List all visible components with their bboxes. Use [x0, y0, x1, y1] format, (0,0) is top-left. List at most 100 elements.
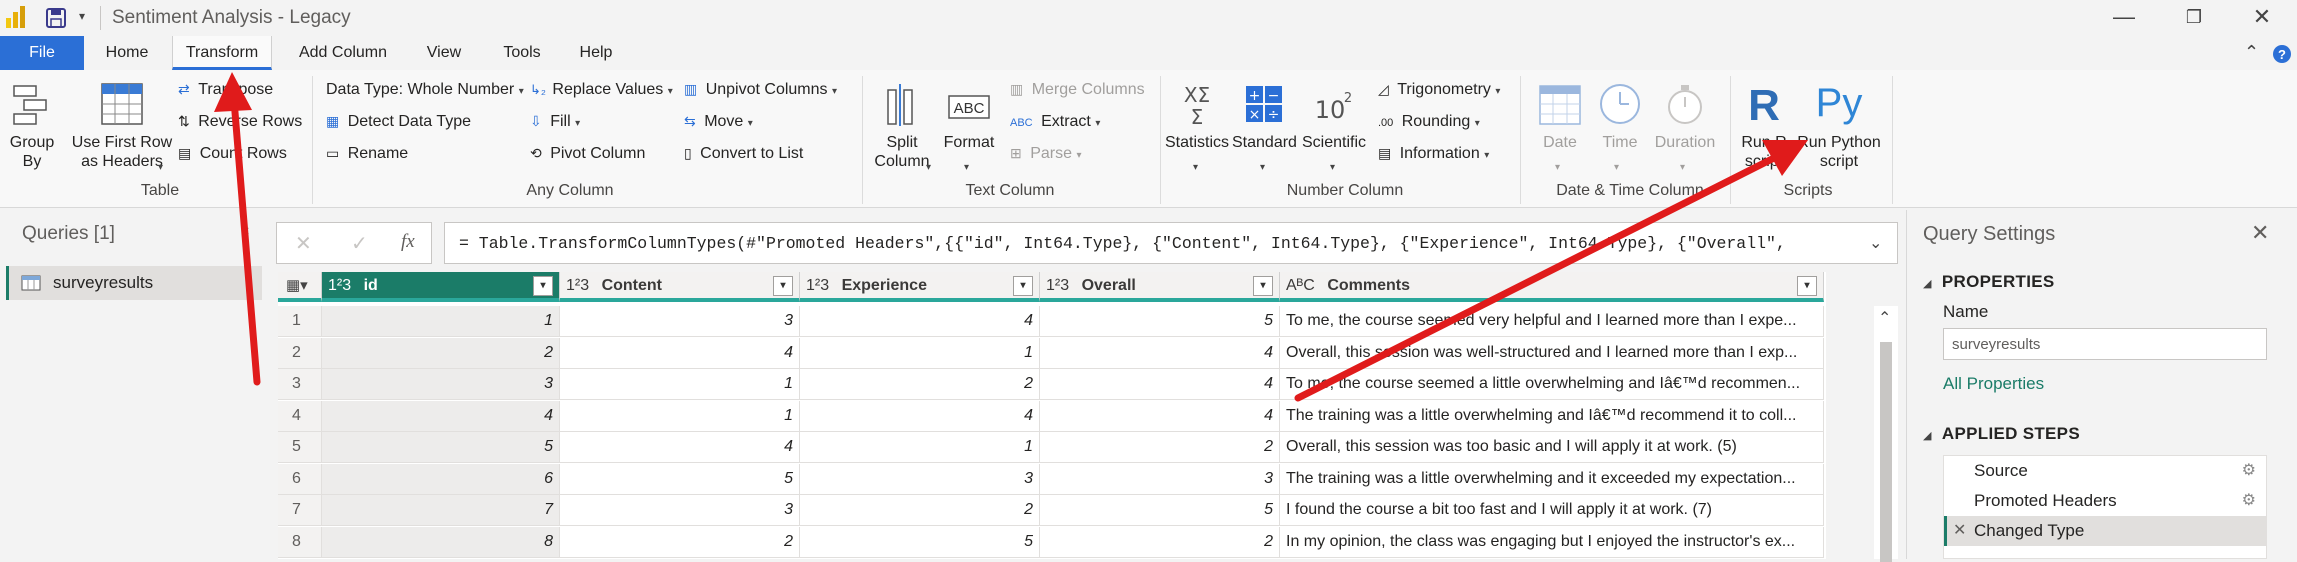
cell-experience[interactable]: 4 [800, 400, 1040, 432]
cell-id[interactable]: 5 [322, 432, 560, 463]
column-filter-button[interactable]: ▾ [1013, 276, 1033, 296]
row-number[interactable]: 2 [278, 337, 322, 369]
cell-overall[interactable]: 4 [1040, 369, 1280, 400]
rename-button[interactable]: ▭ Rename [326, 145, 408, 163]
transpose-button[interactable]: ⇄ Transpose [178, 81, 273, 99]
cell-comments[interactable]: I found the course a bit too fast and I … [1280, 495, 1824, 526]
statistics-button[interactable]: XΣ Σ Statistics [1164, 80, 1230, 152]
rounding-button[interactable]: .00 Rounding ▾ [1378, 113, 1480, 131]
cell-overall[interactable]: 5 [1040, 306, 1280, 337]
cell-overall[interactable]: 5 [1040, 495, 1280, 526]
cancel-formula-icon[interactable]: ✕ [295, 231, 312, 256]
close-button[interactable]: ✕ [2230, 0, 2294, 36]
date-chevron-icon[interactable]: ▾ [1555, 162, 1560, 173]
column-filter-button[interactable]: ▾ [533, 276, 553, 296]
step-changed-type[interactable]: ✕ Changed Type [1944, 516, 2266, 546]
format-button[interactable]: ABC Format [938, 80, 1000, 152]
data-type-dropdown[interactable]: Data Type: Whole Number ▾ [326, 81, 524, 99]
all-properties-link[interactable]: All Properties [1943, 374, 2044, 394]
parse-button[interactable]: ⊞ Parse ▾ [1010, 145, 1081, 163]
tab-home[interactable]: Home [92, 36, 162, 70]
step-settings-gear-icon[interactable]: ⚙ [2242, 486, 2256, 516]
minimize-button[interactable]: — [2092, 0, 2156, 36]
formula-text[interactable]: = Table.TransformColumnTypes(#"Promoted … [459, 234, 1786, 253]
collapse-ribbon-icon[interactable]: ⌃ [2244, 42, 2259, 63]
format-chevron-icon[interactable]: ▾ [964, 162, 969, 173]
quick-access-dropdown-icon[interactable]: ▾ [79, 9, 85, 23]
tab-add-column[interactable]: Add Column [290, 36, 396, 70]
duration-button[interactable]: Duration [1650, 80, 1720, 152]
query-name-field[interactable]: surveyresults [1943, 328, 2267, 360]
tab-help[interactable]: Help [568, 36, 624, 70]
move-button[interactable]: ⇆ Move ▾ [684, 113, 753, 131]
cell-comments[interactable]: In my opinion, the class was engaging bu… [1280, 526, 1824, 558]
row-number[interactable]: 6 [278, 463, 322, 495]
cell-id[interactable]: 6 [322, 463, 560, 495]
formula-bar[interactable]: = Table.TransformColumnTypes(#"Promoted … [444, 222, 1898, 264]
scrollbar-thumb[interactable] [1880, 342, 1892, 562]
close-settings-icon[interactable]: ✕ [2251, 220, 2269, 246]
trigonometry-button[interactable]: ◿ Trigonometry ▾ [1378, 81, 1500, 99]
table-menu-button[interactable]: ▦▾ [278, 272, 322, 302]
row-number[interactable]: 5 [278, 432, 322, 463]
cell-experience[interactable]: 4 [800, 306, 1040, 337]
column-header-comments[interactable]: AᴮC Comments ▾ [1280, 272, 1824, 302]
split-column-chevron-icon[interactable]: ▾ [926, 162, 931, 173]
cell-content[interactable]: 4 [560, 337, 800, 369]
maximize-button[interactable]: ❐ [2162, 0, 2226, 36]
tab-transform[interactable]: Transform [172, 36, 272, 70]
column-filter-button[interactable]: ▾ [1253, 276, 1273, 296]
fill-button[interactable]: ⇩ Fill ▾ [530, 113, 580, 131]
cell-comments[interactable]: To me, the course seemed a little overwh… [1280, 369, 1824, 400]
tab-file[interactable]: File [0, 36, 84, 70]
information-button[interactable]: ▤ Information ▾ [1378, 145, 1489, 163]
pivot-column-button[interactable]: ⟲ Pivot Column [530, 145, 645, 163]
delete-step-icon[interactable]: ✕ [1953, 516, 1966, 546]
merge-columns-button[interactable]: ▥ Merge Columns [1010, 81, 1145, 99]
unpivot-columns-button[interactable]: ▥ Unpivot Columns ▾ [684, 81, 837, 99]
help-icon[interactable]: ? [2272, 44, 2292, 64]
cell-overall[interactable]: 4 [1040, 337, 1280, 369]
insert-function-icon[interactable]: fx [401, 231, 415, 253]
extract-button[interactable]: ABC Extract ▾ [1010, 113, 1100, 131]
row-number[interactable]: 7 [278, 495, 322, 526]
standard-button[interactable]: + − × ÷ Standard [1232, 80, 1297, 152]
row-number[interactable]: 4 [278, 400, 322, 432]
count-rows-button[interactable]: ▤ Count Rows [178, 145, 287, 163]
split-column-button[interactable]: Split Column [870, 80, 934, 171]
cell-overall[interactable]: 2 [1040, 432, 1280, 463]
cell-overall[interactable]: 4 [1040, 400, 1280, 432]
step-settings-gear-icon[interactable]: ⚙ [2242, 456, 2256, 486]
expand-formula-icon[interactable]: ⌄ [1869, 233, 1882, 253]
cell-id[interactable]: 4 [322, 400, 560, 432]
vertical-scrollbar[interactable]: ⌃ [1874, 306, 1898, 562]
cell-content[interactable]: 2 [560, 526, 800, 558]
step-source[interactable]: Source ⚙ [1944, 456, 2266, 486]
cell-content[interactable]: 4 [560, 432, 800, 463]
row-number[interactable]: 3 [278, 369, 322, 400]
commit-formula-icon[interactable]: ✓ [351, 231, 368, 256]
cell-comments[interactable]: The training was a little overwhelming a… [1280, 400, 1824, 432]
cell-id[interactable]: 3 [322, 369, 560, 400]
scroll-up-icon[interactable]: ⌃ [1878, 308, 1891, 328]
cell-id[interactable]: 1 [322, 306, 560, 337]
column-header-overall[interactable]: 1²3 Overall ▾ [1040, 272, 1280, 302]
cell-content[interactable]: 3 [560, 495, 800, 526]
convert-to-list-button[interactable]: ▯ Convert to List [684, 145, 803, 163]
cell-experience[interactable]: 1 [800, 432, 1040, 463]
column-header-experience[interactable]: 1²3 Experience ▾ [800, 272, 1040, 302]
cell-comments[interactable]: Overall, this session was too basic and … [1280, 432, 1824, 463]
save-icon[interactable] [46, 8, 66, 28]
date-button[interactable]: Date [1530, 80, 1590, 152]
cell-content[interactable]: 1 [560, 400, 800, 432]
cell-id[interactable]: 2 [322, 337, 560, 369]
tab-tools[interactable]: Tools [490, 36, 554, 70]
cell-experience[interactable]: 2 [800, 495, 1040, 526]
row-number[interactable]: 8 [278, 526, 322, 558]
applied-steps-section-header[interactable]: ◢ APPLIED STEPS [1923, 424, 2080, 444]
column-header-content[interactable]: 1²3 Content ▾ [560, 272, 800, 302]
cell-comments[interactable]: To me, the course seemed very helpful an… [1280, 306, 1824, 337]
standard-chevron-icon[interactable]: ▾ [1260, 162, 1265, 173]
row-number[interactable]: 1 [278, 306, 322, 337]
run-r-script-button[interactable]: R Run R script [1734, 78, 1794, 171]
